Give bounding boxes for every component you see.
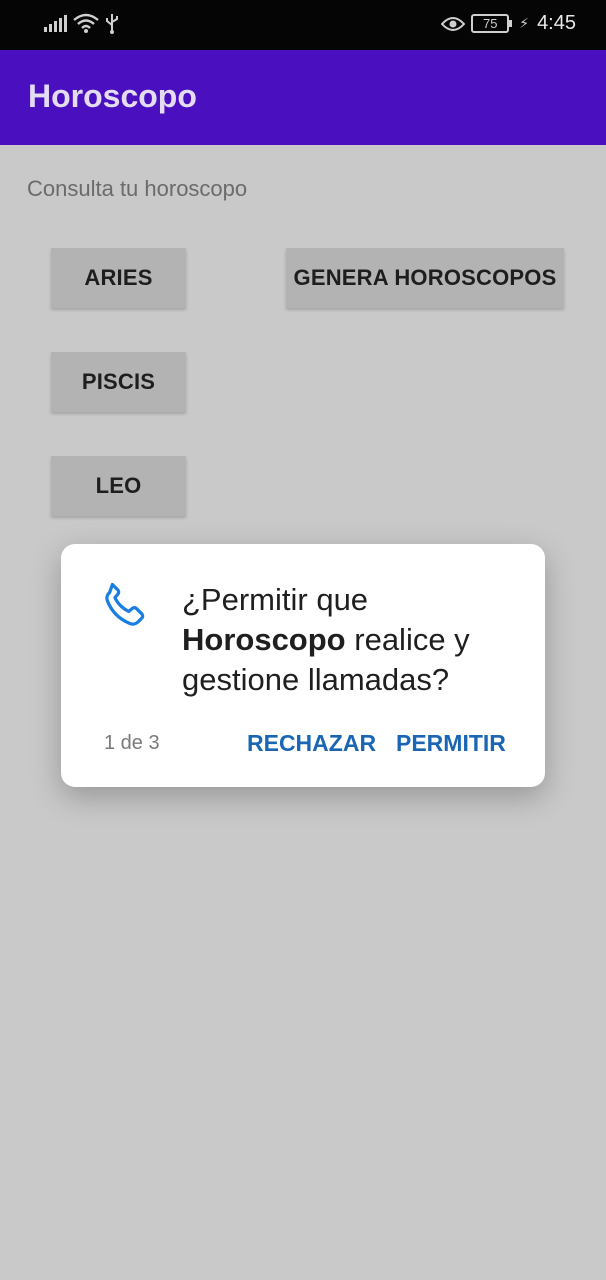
app-bar: Horoscopo — [0, 50, 606, 145]
request-counter: 1 de 3 — [104, 732, 160, 754]
eye-icon — [441, 16, 466, 31]
prompt-label: Consulta tu horoscopo — [27, 176, 248, 201]
message-prefix: ¿Permitir que — [182, 582, 369, 617]
signal-icon — [44, 14, 67, 32]
permission-dialog: ¿Permitir que Horoscopo realice y gestio… — [61, 544, 545, 787]
clock: 4:45 — [537, 12, 576, 34]
message-app-name: Horoscopo — [182, 622, 346, 657]
usb-icon — [106, 14, 118, 34]
status-left — [44, 12, 119, 34]
battery-level: 75 — [482, 16, 498, 31]
status-right: 75 ⚡ 4:45 — [441, 12, 576, 35]
charging-icon: ⚡ — [519, 15, 530, 31]
phone-icon — [105, 582, 145, 626]
leo-button[interactable]: LEO — [51, 456, 186, 516]
app-title: Horoscopo — [28, 78, 197, 114]
wifi-icon — [73, 13, 99, 33]
status-bar: 75 ⚡ 4:45 — [0, 0, 606, 50]
aries-button[interactable]: ARIES — [51, 248, 186, 308]
battery-icon: 75 — [471, 14, 513, 33]
allow-button[interactable]: PERMITIR — [396, 730, 506, 757]
dialog-message: ¿Permitir que Horoscopo realice y gestio… — [182, 580, 522, 700]
deny-button[interactable]: RECHAZAR — [247, 730, 376, 757]
genera-horoscopos-button[interactable]: GENERA HOROSCOPOS — [286, 248, 564, 308]
piscis-button[interactable]: PISCIS — [51, 352, 186, 412]
